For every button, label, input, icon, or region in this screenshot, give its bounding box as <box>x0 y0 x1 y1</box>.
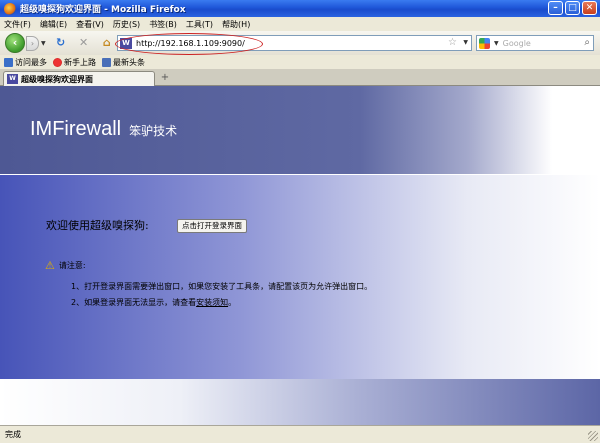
tab-favicon-icon: W <box>7 74 18 84</box>
bookmark-star-icon[interactable]: ☆ <box>448 37 457 48</box>
notice-heading: ⚠ 请注意: <box>45 259 86 272</box>
open-login-button[interactable]: 点击打开登录界面 <box>177 219 247 233</box>
note-item: 2、如果登录界面无法显示，请查看安装须知。 <box>71 298 237 307</box>
note-item: 1、打开登录界面需要弹出窗口，如果您安装了工具条，请配置该页为允许弹出窗口。 <box>71 282 373 291</box>
search-engine-dropdown-icon[interactable]: ▼ <box>494 40 499 47</box>
product-name: IMFirewall <box>30 118 122 140</box>
notice-label: 请注意: <box>58 261 86 270</box>
red-circle-annotation <box>115 33 263 55</box>
main-panel: 欢迎使用超级嗅探狗: 点击打开登录界面 ⚠ 请注意: 1、打开登录界面需要弹出窗… <box>0 174 600 379</box>
install-notes-link[interactable]: 安装须知 <box>196 298 228 307</box>
navigation-toolbar: ‹ › ▼ ↻ ✕ ⌂ W http://192.168.1.109:9090/… <box>0 31 600 55</box>
rss-icon <box>102 57 111 67</box>
menu-help[interactable]: 帮助(H) <box>222 19 250 30</box>
window-title: 超级嗅探狗欢迎界面 - Mozilla Firefox <box>20 5 186 15</box>
history-dropdown-icon[interactable]: ▼ <box>41 40 46 47</box>
google-icon[interactable] <box>479 37 490 49</box>
folder-icon <box>4 57 13 67</box>
page-footer <box>0 379 600 425</box>
menu-bar: 文件(F) 编辑(E) 查看(V) 历史(S) 书签(B) 工具(T) 帮助(H… <box>0 17 600 31</box>
maximize-button[interactable]: □ <box>565 1 580 15</box>
tab-welcome[interactable]: W 超级嗅探狗欢迎界面 <box>3 71 155 86</box>
menu-edit[interactable]: 编辑(E) <box>40 19 67 30</box>
stop-icon[interactable]: ✕ <box>76 35 92 51</box>
page-header: IMFirewall 笨驴技术 <box>0 86 600 174</box>
back-button[interactable]: ‹ <box>5 33 25 53</box>
tab-bar: W 超级嗅探狗欢迎界面 + <box>0 69 600 86</box>
reload-icon[interactable]: ↻ <box>53 35 69 51</box>
company-name: 笨驴技术 <box>129 124 178 138</box>
welcome-text: 欢迎使用超级嗅探狗: <box>46 219 149 232</box>
bookmarks-toolbar: 访问最多 新手上路 最新头条 <box>0 55 600 69</box>
brand: IMFirewall 笨驴技术 <box>30 118 177 141</box>
home-icon[interactable]: ⌂ <box>99 35 115 51</box>
bookmark-getting-started[interactable]: 新手上路 <box>53 57 96 68</box>
close-button[interactable]: ✕ <box>582 1 597 15</box>
window-titlebar: 超级嗅探狗欢迎界面 - Mozilla Firefox – □ ✕ <box>0 0 600 17</box>
search-icon[interactable]: ⌕ <box>584 37 590 48</box>
forward-button[interactable]: › <box>26 35 39 51</box>
bookmark-latest-headlines[interactable]: 最新头条 <box>102 57 145 68</box>
menu-history[interactable]: 历史(S) <box>113 19 140 30</box>
bookmark-most-visited[interactable]: 访问最多 <box>4 57 47 68</box>
url-dropdown-icon[interactable]: ▼ <box>463 39 468 46</box>
status-text: 完成 <box>5 430 21 439</box>
menu-bookmarks[interactable]: 书签(B) <box>149 19 177 30</box>
notes-list: 1、打开登录界面需要弹出窗口，如果您安装了工具条，请配置该页为允许弹出窗口。 2… <box>71 279 372 311</box>
firefox-bookmark-icon <box>53 57 62 67</box>
menu-file[interactable]: 文件(F) <box>4 19 31 30</box>
minimize-button[interactable]: – <box>548 1 563 15</box>
tab-label: 超级嗅探狗欢迎界面 <box>21 74 93 84</box>
search-bar[interactable]: ▼ Google ⌕ <box>476 35 594 51</box>
window-controls: – □ ✕ <box>548 1 597 15</box>
new-tab-button[interactable]: + <box>157 72 173 85</box>
url-bar[interactable]: W http://192.168.1.109:9090/ ☆ ▼ <box>115 33 472 55</box>
menu-tools[interactable]: 工具(T) <box>186 19 213 30</box>
status-bar: 完成 <box>0 425 600 443</box>
firefox-icon <box>4 2 16 15</box>
warning-icon: ⚠ <box>45 259 55 272</box>
menu-view[interactable]: 查看(V) <box>76 19 104 30</box>
page-content: IMFirewall 笨驴技术 欢迎使用超级嗅探狗: 点击打开登录界面 ⚠ 请注… <box>0 86 600 425</box>
search-input[interactable]: Google <box>503 39 531 48</box>
resize-grip-icon[interactable] <box>588 431 598 441</box>
